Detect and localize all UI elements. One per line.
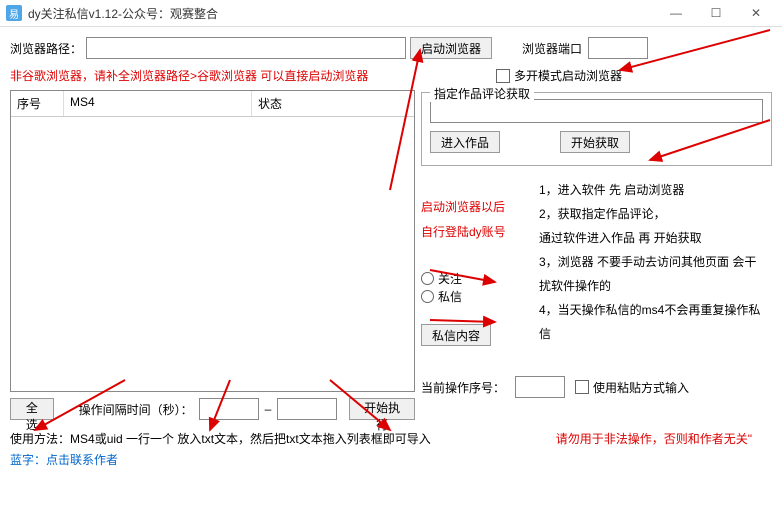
interval-from-input[interactable] [199,398,259,420]
start-fetch-button[interactable]: 开始获取 [560,131,630,153]
current-op-input[interactable] [515,376,565,398]
after-launch-note-1: 启动浏览器以后 [421,198,531,215]
radio-icon [421,290,434,303]
browser-path-label: 浏览器路径： [10,40,82,57]
multi-open-checkbox[interactable]: 多开模式启动浏览器 [496,67,622,84]
browser-path-input[interactable] [86,37,406,59]
warning-note: 请勿用于非法操作，否则和作者无关" [556,430,752,447]
instruction-3b: 扰软件操作的 [539,274,772,298]
contact-author-link[interactable]: 点击联系作者 [46,451,118,468]
interval-dash: – [265,402,272,416]
multi-open-label: 多开模式启动浏览器 [514,67,622,84]
launch-browser-button[interactable]: 启动浏览器 [410,37,492,59]
dm-radio-label: 私信 [438,288,462,305]
data-table[interactable]: 序号 MS4 状态 [10,90,415,392]
follow-radio[interactable]: 关注 [421,270,462,287]
window-title: dy关注私信v1.12-公众号：观赛整合 [28,5,656,22]
browser-port-input[interactable] [588,37,648,59]
enter-work-button[interactable]: 进入作品 [430,131,500,153]
comment-fetch-group: 指定作品评论获取 进入作品 开始获取 [421,92,772,166]
usage-prefix: 使用方法： [10,430,70,447]
close-button[interactable]: ✕ [736,0,776,26]
radio-icon [421,272,434,285]
start-exec-button[interactable]: 开始执行 [349,398,415,420]
instruction-2b: 通过软件进入作品 再 开始获取 [539,226,772,250]
table-col-ms4: MS4 [64,91,252,116]
current-op-label: 当前操作序号： [421,379,505,396]
select-all-button[interactable]: 全选 [10,398,54,420]
table-col-status: 状态 [252,91,414,116]
checkbox-icon [496,69,510,83]
dm-radio[interactable]: 私信 [421,288,462,305]
interval-label: 操作间隔时间（秒）： [79,401,193,418]
non-chrome-note: 非谷歌浏览器，请补全浏览器路径>谷歌浏览器 可以直接启动浏览器 [10,67,368,84]
instruction-4: 4，当天操作私信的ms4不会再重复操作私信 [539,298,772,346]
paste-mode-label: 使用粘贴方式输入 [593,379,689,396]
checkbox-icon [575,380,589,394]
table-col-index: 序号 [11,91,64,116]
paste-mode-checkbox[interactable]: 使用粘贴方式输入 [575,379,689,396]
maximize-button[interactable]: ☐ [696,0,736,26]
comment-fetch-title: 指定作品评论获取 [430,85,534,102]
follow-radio-label: 关注 [438,270,462,287]
comment-url-input[interactable] [430,99,763,123]
instruction-2: 2，获取指定作品评论， [539,202,772,226]
blue-prefix: 蓝字： [10,451,46,468]
interval-to-input[interactable] [277,398,337,420]
instruction-3: 3，浏览器 不要手动去访问其他页面 会干 [539,250,772,274]
minimize-button[interactable]: — [656,0,696,26]
browser-port-label: 浏览器端口 [522,40,582,57]
after-launch-note-2: 自行登陆dy账号 [421,223,531,240]
dm-content-button[interactable]: 私信内容 [421,324,491,346]
usage-text: MS4或uid 一行一个 放入txt文本，然后把txt文本拖入列表框即可导入 [70,430,431,447]
app-icon: 易 [6,5,22,21]
instruction-1: 1，进入软件 先 启动浏览器 [539,178,772,202]
